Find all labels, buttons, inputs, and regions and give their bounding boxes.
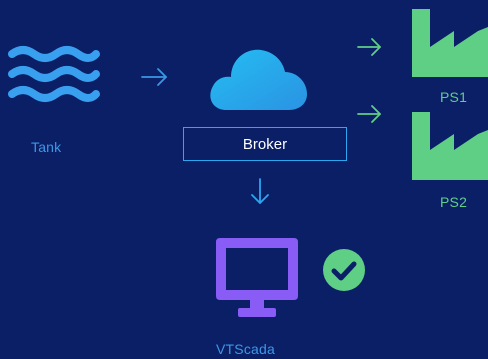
tank-label: Tank: [31, 139, 62, 155]
arrow-right-icon: [141, 68, 167, 86]
arrow-down-icon: [251, 178, 269, 204]
ps2-label: PS2: [440, 194, 468, 210]
monitor-icon: [216, 238, 298, 317]
ps1-label: PS1: [440, 89, 468, 105]
factory-icon: [412, 9, 488, 77]
broker-box: Broker: [183, 127, 347, 161]
broker-label: Broker: [242, 135, 288, 153]
factory-icon: [412, 112, 488, 180]
diagram-canvas: Tank Broker PS1 PS2 VTScada: [0, 0, 488, 359]
water-waves-icon: [8, 46, 100, 102]
cloud-icon: [210, 49, 307, 110]
check-circle-icon: [323, 249, 365, 291]
vtscada-label: VTScada: [216, 341, 275, 357]
arrow-right-icon: [357, 38, 381, 56]
arrow-right-icon: [357, 105, 381, 123]
